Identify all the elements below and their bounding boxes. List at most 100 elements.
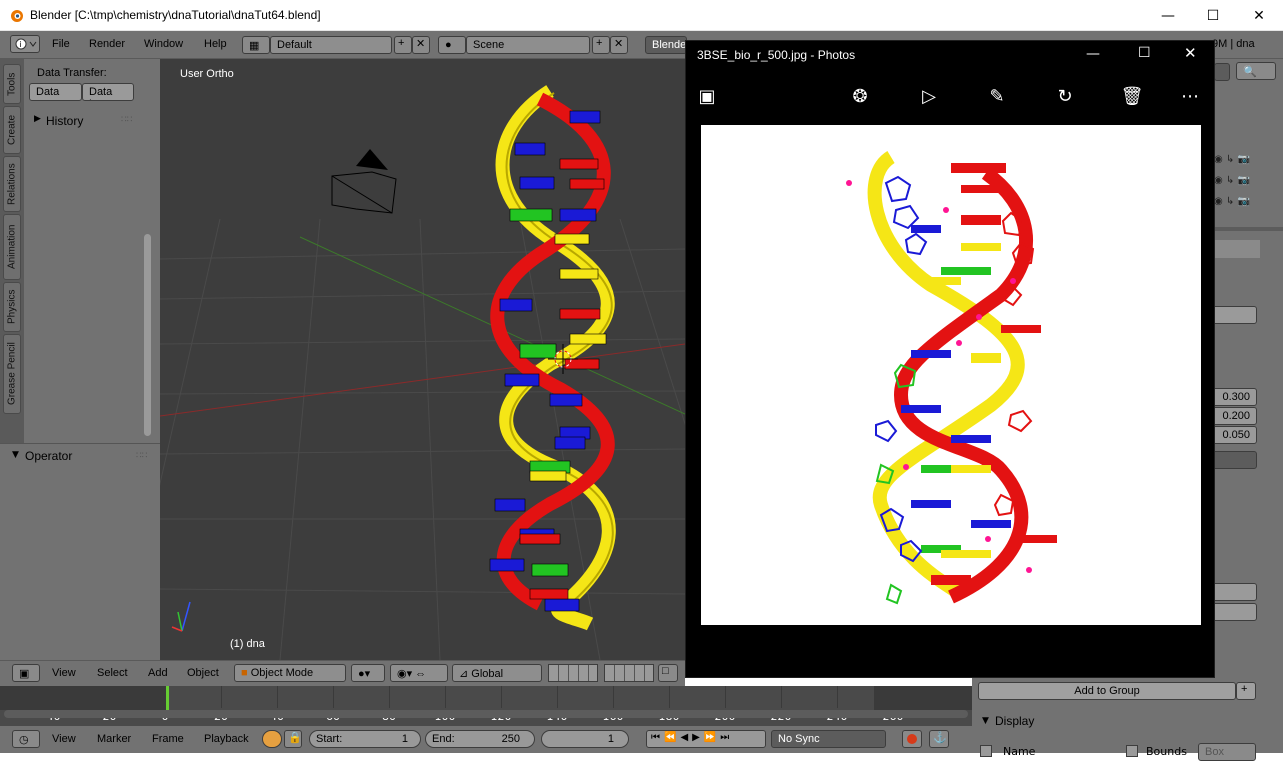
minimize-icon[interactable]: — <box>1145 0 1191 31</box>
value-2: 0.200 <box>1222 410 1250 422</box>
menu-file[interactable]: File <box>52 38 70 50</box>
data-button[interactable]: Data <box>29 83 82 101</box>
maximize-icon[interactable]: ☐ <box>1190 0 1236 31</box>
menu-playback[interactable]: Playback <box>204 733 249 745</box>
sync-select[interactable]: No Sync <box>771 730 886 748</box>
render-engine-select[interactable]: Blende <box>645 36 687 54</box>
remove-scene-icon[interactable]: ✕ <box>610 36 628 54</box>
remove-layout-icon[interactable]: ✕ <box>412 36 430 54</box>
layout-icon[interactable]: ▦ <box>242 36 270 54</box>
select-field[interactable] <box>1209 451 1257 469</box>
editor-type-icon[interactable]: ◷ <box>12 730 40 748</box>
more-options-icon[interactable]: ⋯ <box>1175 83 1205 109</box>
data-layers-button[interactable]: Data La <box>82 83 134 101</box>
rotate-icon[interactable]: ↻ <box>1050 83 1080 109</box>
orientation-value: Global <box>471 668 504 680</box>
layer-buttons[interactable] <box>548 664 598 682</box>
tab-physics[interactable]: Physics <box>3 282 21 332</box>
drag-handle-icon[interactable]: ∷∷ <box>121 115 132 125</box>
see-all-photos-icon[interactable]: ▣ <box>692 83 722 109</box>
add-to-group-button[interactable]: Add to Group <box>978 682 1236 700</box>
current-frame-marker[interactable] <box>166 686 169 710</box>
start-frame-field[interactable]: Start: 1 <box>309 730 421 748</box>
current-frame-field[interactable]: 1 <box>541 730 629 748</box>
value-field-3[interactable]: 0.050 <box>1209 426 1257 444</box>
select-field-2[interactable] <box>1209 603 1257 621</box>
end-frame-field[interactable]: End: 250 <box>425 730 535 748</box>
lock-icon[interactable]: 🔒 <box>284 730 302 748</box>
close-icon[interactable]: ✕ <box>1236 0 1282 31</box>
properties-panel: 🔍 ◉ ↳ 📷 ◉ ↳ 📷 ◉ ↳ 📷 0.300 0.200 0.050 <box>1209 59 1283 679</box>
value-field-2[interactable]: 0.200 <box>1209 407 1257 425</box>
menu-marker[interactable]: Marker <box>97 733 131 745</box>
menu-window[interactable]: Window <box>144 38 183 50</box>
menu-select[interactable]: Select <box>97 667 128 679</box>
operator-collapse-icon[interactable]: ▼ <box>12 450 19 460</box>
eyedropper-field[interactable] <box>1209 583 1257 601</box>
name-checkbox[interactable] <box>980 745 992 757</box>
history-panel-header[interactable]: History <box>46 114 83 128</box>
tab-animation[interactable]: Animation <box>3 214 21 280</box>
slideshow-icon[interactable]: ▷ <box>914 83 944 109</box>
share-icon[interactable]: ❂ <box>845 83 875 109</box>
menu-frame[interactable]: Frame <box>152 733 184 745</box>
dropdown-icon[interactable] <box>1214 63 1230 81</box>
photos-maximize-icon[interactable]: ☐ <box>1138 45 1151 61</box>
mode-select[interactable]: ■ Object Mode <box>234 664 346 682</box>
drag-handle-icon[interactable]: ∷∷ <box>136 451 147 461</box>
display-collapse-icon[interactable]: ▼ <box>982 716 989 726</box>
layout-field[interactable]: Default <box>270 36 392 54</box>
scene-field[interactable]: Scene <box>466 36 590 54</box>
timeline[interactable]: -40-200204060801001201401601802002202402… <box>0 686 972 726</box>
photos-window[interactable]: 3BSE_bio_r_500.jpg - Photos — ☐ ✕ ▣ ❂ ▷ … <box>685 40 1215 678</box>
menu-view[interactable]: View <box>52 667 76 679</box>
timeline-scrollbar[interactable] <box>4 710 968 718</box>
add-group-icon[interactable]: + <box>1236 682 1256 700</box>
layer-buttons-2[interactable] <box>604 664 654 682</box>
orientation-select[interactable]: ⊿ Global <box>452 664 542 682</box>
preview-range-icon[interactable] <box>262 730 282 748</box>
toolpanel-scrollbar[interactable] <box>144 234 151 436</box>
menu-object[interactable]: Object <box>187 667 219 679</box>
menu-view[interactable]: View <box>52 733 76 745</box>
photos-minimize-icon[interactable]: — <box>1086 46 1100 62</box>
editor-type-icon[interactable]: ▣ <box>12 664 40 682</box>
shading-select[interactable]: ●▾ <box>351 664 385 682</box>
edit-pencil-icon[interactable]: ✎ <box>982 83 1012 109</box>
frame-tick-line <box>221 686 222 708</box>
name-field[interactable] <box>1209 306 1257 324</box>
menu-add[interactable]: Add <box>148 667 168 679</box>
scene-icon[interactable]: ● <box>438 36 466 54</box>
tab-tools[interactable]: Tools <box>3 64 21 104</box>
tab-create[interactable]: Create <box>3 106 21 154</box>
pivot-select[interactable]: ◉▾ ⇔ <box>390 664 448 682</box>
bounds-type-select[interactable]: Box <box>1198 743 1256 761</box>
add-scene-icon[interactable]: + <box>592 36 610 54</box>
outliner-row-icons[interactable]: ◉ ↳ 📷 ◉ ↳ 📷 ◉ ↳ 📷 <box>1214 149 1274 219</box>
tab-grease-pencil[interactable]: Grease Pencil <box>3 334 21 414</box>
lock-layers-icon[interactable]: □ <box>658 664 678 682</box>
history-expand-icon[interactable]: ▶ <box>34 114 41 124</box>
properties-bottom: Add to Group + ▼ Display Name Bounds Box <box>972 678 1283 761</box>
editor-type-icon[interactable]: i <box>10 35 40 53</box>
operator-panel-header[interactable]: Operator <box>25 449 72 463</box>
photos-close-icon[interactable]: ✕ <box>1184 44 1197 62</box>
record-icon[interactable] <box>902 730 922 748</box>
3d-viewport[interactable]: User Ortho (1) dna <box>160 59 685 660</box>
value-field-1[interactable]: 0.300 <box>1209 388 1257 406</box>
delete-icon[interactable]: 🗑 <box>1117 83 1147 109</box>
menu-help[interactable]: Help <box>204 38 227 50</box>
dna-model[interactable] <box>489 85 616 631</box>
display-panel-header[interactable]: Display <box>995 714 1034 728</box>
camera-object[interactable] <box>331 149 397 214</box>
bounds-checkbox[interactable] <box>1126 745 1138 757</box>
playback-controls[interactable]: ⏮⏪◀▶⏩⏭ <box>646 730 766 748</box>
keyframe-icon[interactable]: ⚓ <box>929 730 949 748</box>
search-icon[interactable]: 🔍 <box>1236 62 1276 80</box>
menu-render[interactable]: Render <box>89 38 125 50</box>
add-layout-icon[interactable]: + <box>394 36 412 54</box>
tab-relations[interactable]: Relations <box>3 156 21 212</box>
window-title: Blender [C:\tmp\chemistry\dnaTutorial\dn… <box>30 8 321 22</box>
outliner-scrollbar[interactable] <box>1214 227 1283 231</box>
snap-icons[interactable] <box>1214 240 1260 258</box>
